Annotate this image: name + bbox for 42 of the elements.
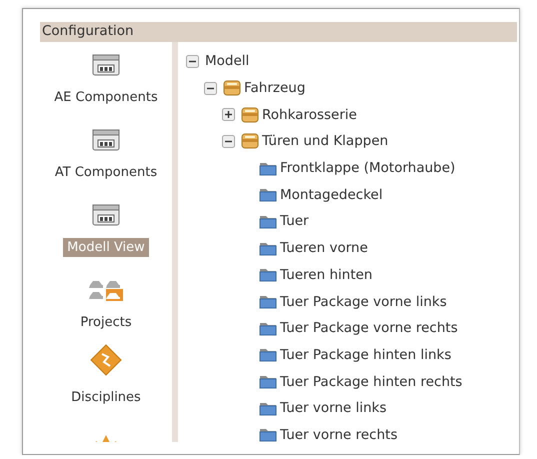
folder-icon	[259, 374, 277, 390]
tree-item[interactable]: Montagedeckel	[280, 186, 383, 203]
folder-icon	[259, 294, 277, 310]
folder-icon	[259, 400, 277, 416]
sidebar-item[interactable]: AT Components	[50, 163, 162, 182]
collapse-toggle[interactable]	[186, 54, 199, 68]
sidebar-item[interactable]: AE Components	[50, 88, 162, 107]
folder-icon	[259, 187, 277, 202]
folder-icon	[259, 160, 277, 176]
box-icon	[223, 80, 241, 96]
tree-item[interactable]: Tuer Package hinten links	[280, 346, 452, 363]
box-icon	[241, 106, 259, 123]
tree-item[interactable]: Tuer Package vorne links	[280, 294, 447, 310]
tree-item[interactable]: Frontklappe (Motorhaube)	[280, 160, 456, 176]
cabinet-icon	[92, 54, 120, 76]
tree-item[interactable]: Fahrzeug	[244, 80, 306, 96]
folder-icon	[259, 240, 277, 256]
tree-item[interactable]: Türen und Klappen	[262, 133, 388, 150]
sidebar-item[interactable]: Projects	[76, 313, 136, 332]
tree-item[interactable]: Tuer vorne links	[280, 400, 387, 416]
folder-icon	[259, 427, 277, 442]
cabinet-icon	[92, 204, 120, 226]
collapse-toggle[interactable]	[204, 82, 217, 95]
sidebar-item[interactable]: Disciplines	[67, 388, 145, 407]
tree-item[interactable]: Rohkarosserie	[262, 106, 357, 123]
folder-icon	[259, 320, 277, 336]
cabinet-icon	[92, 129, 120, 151]
folder-icon	[259, 267, 277, 282]
tree-item[interactable]: Tuer vorne rechts	[280, 426, 398, 443]
tree-item[interactable]: Tuer Package vorne rechts	[280, 320, 458, 336]
panel-title: Configuration	[40, 22, 517, 42]
collapse-toggle[interactable]	[222, 134, 235, 148]
diamond-icon	[90, 344, 122, 376]
tree-item[interactable]: Tueren hinten	[280, 266, 372, 283]
tree-item[interactable]: Tueren vorne	[280, 240, 368, 256]
folder-icon	[259, 214, 277, 229]
tree-item[interactable]: Tuer Package hinten rechts	[280, 374, 462, 390]
tree-item[interactable]: Modell	[205, 53, 250, 70]
tree-item[interactable]: Tuer	[280, 213, 309, 230]
box-icon	[241, 133, 259, 150]
expand-toggle[interactable]	[222, 108, 235, 122]
folder-icon	[259, 347, 277, 362]
